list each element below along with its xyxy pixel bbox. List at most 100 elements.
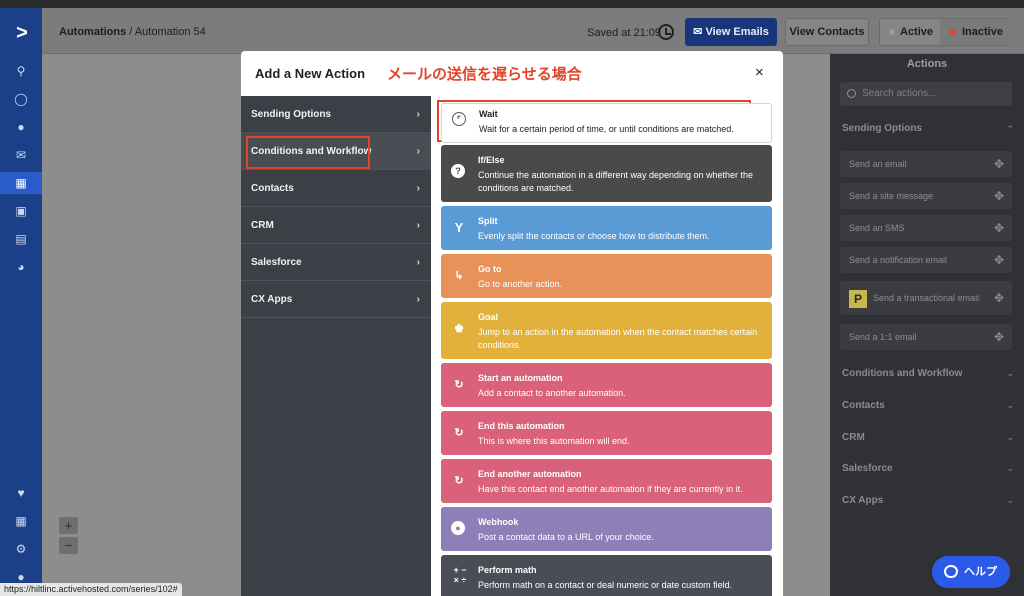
status-inactive-label: Inactive — [962, 26, 1003, 38]
section-crm[interactable]: CRM — [842, 432, 865, 443]
history-icon[interactable] — [658, 24, 674, 40]
breadcrumb-current: Automation 54 — [134, 26, 206, 38]
chevron-up-icon[interactable]: ⌃ — [1006, 124, 1014, 135]
section-contacts[interactable]: Contacts — [842, 400, 885, 411]
left-nav-rail: > ⚲ ◯ ● ✉ ▦ ▣ ▤ ◕ ♥ ▦ ⚙ ● — [0, 8, 42, 596]
section-cx-apps[interactable]: CX Apps — [842, 495, 883, 506]
move-icon[interactable]: ✥ — [994, 151, 1004, 177]
action-if-else[interactable]: ? If/Else Continue the automation in a d… — [441, 145, 772, 202]
website-icon[interactable]: ▤ — [0, 228, 42, 250]
move-icon[interactable]: ✥ — [994, 247, 1004, 273]
status-bar-url: https://hiltlinc.activehosted.com/series… — [0, 583, 182, 596]
reports-icon[interactable]: ◕ — [0, 256, 42, 278]
chevron-right-icon: › — [416, 109, 420, 120]
category-crm[interactable]: CRM › — [241, 207, 431, 244]
mail-icon[interactable]: ✉ — [0, 144, 42, 166]
section-salesforce[interactable]: Salesforce — [842, 463, 893, 474]
category-contacts[interactable]: Contacts › — [241, 170, 431, 207]
inactive-dot-icon — [950, 29, 956, 35]
view-contacts-button[interactable]: View Contacts — [785, 18, 869, 46]
heart-icon[interactable]: ♥ — [0, 482, 42, 504]
active-dot-icon — [889, 29, 895, 35]
panel-item-send-notification[interactable]: Send a notification email ✥ — [840, 247, 1012, 273]
chevron-down-icon[interactable]: ⌄ — [1006, 368, 1014, 379]
chevron-right-icon: › — [416, 183, 420, 194]
panel-item-send-sms[interactable]: Send an SMS ✥ — [840, 215, 1012, 241]
close-icon[interactable]: × — [755, 64, 764, 81]
section-conditions-workflow[interactable]: Conditions and Workflow — [842, 368, 962, 379]
category-label: CRM — [251, 220, 274, 231]
action-go-to[interactable]: ↳ Go to Go to another action. — [441, 254, 772, 298]
settings-gear-icon[interactable]: ⚙ — [0, 538, 42, 560]
split-icon: Y — [454, 220, 464, 235]
category-salesforce[interactable]: Salesforce › — [241, 244, 431, 281]
action-title: Goal — [478, 312, 499, 322]
category-sending-options[interactable]: Sending Options › — [241, 96, 431, 133]
search-icon[interactable]: ⚲ — [0, 60, 42, 82]
move-icon[interactable]: ✥ — [994, 281, 1004, 315]
section-sending-options[interactable]: Sending Options — [842, 123, 922, 134]
action-webhook[interactable]: ● Webhook Post a contact data to a URL o… — [441, 507, 772, 551]
browser-toolbar — [0, 0, 1024, 8]
panel-item-send-1to1[interactable]: Send a 1:1 email ✥ — [840, 324, 1012, 350]
action-goal[interactable]: ♚ Goal Jump to an action in the automati… — [441, 302, 772, 359]
zoom-in-button[interactable]: + — [59, 517, 78, 534]
breadcrumb: Automations / Automation 54 — [59, 26, 206, 38]
action-perform-math[interactable]: + − × ÷ Perform math Perform math on a co… — [441, 555, 772, 596]
action-title: If/Else — [478, 155, 505, 165]
lightbulb-icon[interactable]: ◯ — [0, 88, 42, 110]
move-icon[interactable]: ✥ — [994, 183, 1004, 209]
chevron-down-icon[interactable]: ⌄ — [1006, 432, 1014, 443]
chat-bubble-icon — [944, 565, 958, 578]
move-icon[interactable]: ✥ — [994, 324, 1004, 350]
status-active-option[interactable]: Active — [880, 19, 940, 45]
help-button[interactable]: ヘルプ — [932, 556, 1010, 588]
action-wait[interactable]: ⌜ Wait Wait for a certain period of time… — [441, 103, 772, 143]
chevron-right-icon: › — [416, 146, 420, 157]
help-label: ヘルプ — [964, 566, 997, 578]
contacts-icon[interactable]: ● — [0, 116, 42, 138]
action-list: ⌜ Wait Wait for a certain period of time… — [431, 96, 783, 596]
breadcrumb-automations[interactable]: Automations — [59, 26, 126, 38]
view-emails-button[interactable]: ✉ View Emails — [685, 18, 777, 46]
deals-icon[interactable]: ▣ — [0, 200, 42, 222]
action-title: Wait — [479, 109, 498, 119]
panel-item-label: Send a 1:1 email — [849, 332, 917, 342]
chevron-right-icon: › — [416, 257, 420, 268]
search-actions-placeholder: Search actions... — [862, 88, 937, 99]
automation-header: Automations / Automation 54 Saved at 21:… — [42, 8, 1024, 54]
action-start-automation[interactable]: ↻ Start an automation Add a contact to a… — [441, 363, 772, 407]
postmark-logo-icon: P — [849, 289, 867, 308]
chevron-down-icon[interactable]: ⌄ — [1006, 495, 1014, 506]
search-actions-input[interactable]: Search actions... — [840, 82, 1012, 106]
panel-item-send-email[interactable]: Send an email ✥ — [840, 151, 1012, 177]
search-icon — [847, 89, 856, 98]
action-split[interactable]: Y Split Evenly split the contacts or cho… — [441, 206, 772, 250]
panel-item-label: Send a notification email — [849, 255, 948, 265]
category-label: Sending Options — [251, 109, 331, 120]
chevron-right-icon: › — [416, 294, 420, 305]
action-description: Perform math on a contact or deal numeri… — [478, 580, 733, 590]
zoom-out-button[interactable]: − — [59, 537, 78, 554]
annotation-text: メールの送信を遅らせる場合 — [387, 66, 582, 83]
apps-icon[interactable]: ▦ — [0, 510, 42, 532]
action-end-another-automation[interactable]: ↻ End another automation Have this conta… — [441, 459, 772, 503]
panel-item-send-site-message[interactable]: Send a site message ✥ — [840, 183, 1012, 209]
action-title: Webhook — [478, 517, 519, 527]
move-icon[interactable]: ✥ — [994, 215, 1004, 241]
action-description: Jump to an action in the automation when… — [478, 327, 758, 350]
status-inactive-option[interactable]: Inactive — [940, 19, 1010, 45]
actions-panel: Actions Search actions... Sending Option… — [830, 54, 1024, 596]
action-description: Go to another action. — [478, 279, 563, 289]
panel-item-send-transactional[interactable]: P Send a transactional email ✥ — [840, 281, 1012, 315]
chevron-down-icon[interactable]: ⌄ — [1006, 463, 1014, 474]
category-cx-apps[interactable]: CX Apps › — [241, 281, 431, 318]
automations-icon[interactable]: ▦ — [0, 172, 42, 194]
activecampaign-logo-icon[interactable]: > — [11, 22, 33, 44]
saved-status: Saved at 21:09 — [587, 27, 662, 39]
trophy-icon: ♚ — [454, 323, 464, 335]
action-description: This is where this automation will end. — [478, 436, 630, 446]
category-label: Contacts — [251, 183, 294, 194]
action-end-this-automation[interactable]: ↻ End this automation This is where this… — [441, 411, 772, 455]
chevron-down-icon[interactable]: ⌄ — [1006, 400, 1014, 411]
